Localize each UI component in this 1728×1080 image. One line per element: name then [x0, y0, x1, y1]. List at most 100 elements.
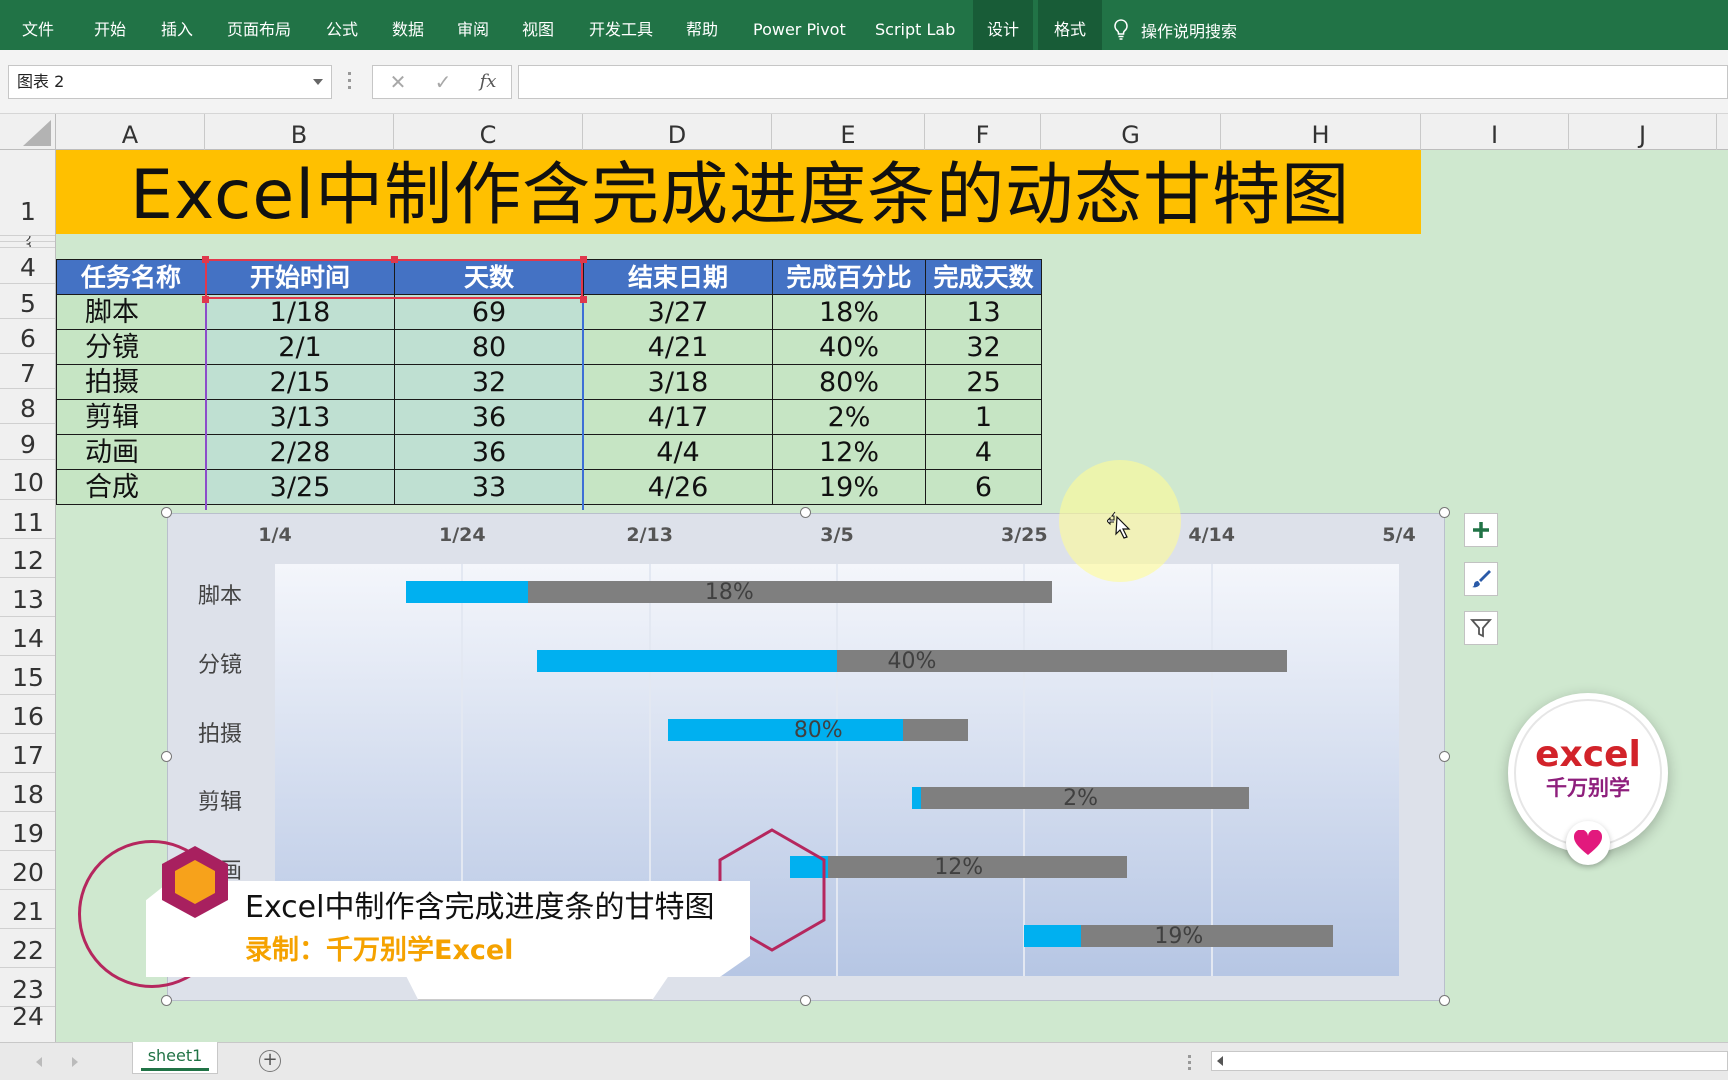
tab-file[interactable]: 文件	[16, 0, 60, 50]
row-header[interactable]: 8	[0, 389, 55, 424]
row-header[interactable]: 13	[0, 578, 55, 617]
row-header[interactable]: 10	[0, 460, 55, 500]
data-label[interactable]: 18%	[705, 582, 754, 604]
scroll-sheets-right-icon[interactable]	[72, 1057, 78, 1067]
row-header[interactable]: 5	[0, 284, 55, 319]
column-header-d[interactable]: D	[583, 114, 772, 150]
data-label[interactable]: 2%	[1063, 788, 1098, 810]
reference-handle[interactable]	[580, 256, 587, 263]
table-cell[interactable]: 32	[925, 329, 1042, 365]
column-header-a[interactable]: A	[56, 114, 205, 150]
scroll-left-icon[interactable]	[1217, 1056, 1223, 1066]
row-header[interactable]: 9	[0, 424, 55, 460]
tab-chart-format[interactable]: 格式	[1038, 0, 1103, 50]
table-cell[interactable]: 69	[394, 294, 584, 330]
resize-handle[interactable]	[800, 995, 811, 1006]
table-header[interactable]: 开始时间	[205, 259, 395, 295]
data-label[interactable]: 80%	[794, 719, 843, 742]
resize-handle[interactable]	[1439, 507, 1450, 518]
table-cell[interactable]: 4/21	[583, 329, 773, 365]
row-header[interactable]: 12	[0, 539, 55, 578]
table-cell[interactable]: 动画	[56, 434, 206, 470]
table-header[interactable]: 任务名称	[56, 259, 206, 295]
title-cell[interactable]: Excel中制作含完成进度条的动态甘特图	[56, 150, 1421, 235]
row-header[interactable]: 14	[0, 617, 55, 656]
table-cell[interactable]: 6	[925, 469, 1042, 505]
table-cell[interactable]: 80%	[772, 364, 926, 400]
table-cell[interactable]: 3/27	[583, 294, 773, 330]
table-cell[interactable]: 3/13	[205, 399, 395, 435]
table-cell[interactable]: 脚本	[56, 294, 206, 330]
resize-handle[interactable]	[800, 507, 811, 518]
row-header[interactable]: 4	[0, 248, 55, 284]
bar-completed[interactable]	[537, 650, 837, 672]
tab-view[interactable]: 视图	[516, 0, 560, 50]
table-cell[interactable]: 80	[394, 329, 584, 365]
table-header[interactable]: 天数	[394, 259, 584, 295]
table-cell[interactable]: 32	[394, 364, 584, 400]
table-cell[interactable]: 25	[925, 364, 1042, 400]
column-header-g[interactable]: G	[1041, 114, 1221, 150]
table-cell[interactable]: 3/25	[205, 469, 395, 505]
table-cell[interactable]: 13	[925, 294, 1042, 330]
tab-review[interactable]: 审阅	[451, 0, 495, 50]
tab-page-layout[interactable]: 页面布局	[221, 0, 297, 50]
table-cell[interactable]: 4/26	[583, 469, 773, 505]
row-header[interactable]: 18	[0, 773, 55, 812]
table-cell[interactable]: 2/15	[205, 364, 395, 400]
reference-handle[interactable]	[202, 296, 209, 303]
table-cell[interactable]: 40%	[772, 329, 926, 365]
column-header-j[interactable]: J	[1569, 114, 1717, 150]
row-header[interactable]: 16	[0, 695, 55, 734]
table-cell[interactable]: 2/28	[205, 434, 395, 470]
table-header[interactable]: 完成百分比	[772, 259, 926, 295]
table-cell[interactable]: 4/17	[583, 399, 773, 435]
resize-handle[interactable]	[161, 751, 172, 762]
column-header-h[interactable]: H	[1221, 114, 1421, 150]
table-cell[interactable]: 36	[394, 434, 584, 470]
table-header[interactable]: 完成天数	[925, 259, 1042, 295]
tab-script-lab[interactable]: Script Lab	[869, 0, 961, 50]
drag-handle-icon[interactable]	[348, 72, 351, 90]
table-cell[interactable]: 18%	[772, 294, 926, 330]
tab-power-pivot[interactable]: Power Pivot	[747, 0, 852, 50]
select-all-button[interactable]	[0, 114, 56, 150]
split-handle-icon[interactable]	[1188, 1055, 1191, 1070]
tab-insert[interactable]: 插入	[155, 0, 199, 50]
column-header-b[interactable]: B	[205, 114, 394, 150]
chart-styles-button[interactable]	[1464, 562, 1498, 596]
column-header-c[interactable]: C	[394, 114, 583, 150]
cancel-icon[interactable]: ✕	[383, 70, 413, 94]
insert-function-icon[interactable]: fx	[473, 70, 503, 94]
column-header-f[interactable]: F	[925, 114, 1041, 150]
chart-elements-button[interactable]	[1464, 513, 1498, 547]
resize-handle[interactable]	[161, 507, 172, 518]
sheet-tab-sheet1[interactable]: sheet1	[132, 1042, 218, 1074]
row-header[interactable]: 21	[0, 890, 55, 929]
bar-completed[interactable]	[668, 718, 903, 741]
tab-home[interactable]: 开始	[88, 0, 132, 50]
tab-chart-design[interactable]: 设计	[973, 0, 1034, 50]
row-header[interactable]: 7	[0, 354, 55, 389]
table-cell[interactable]: 33	[394, 469, 584, 505]
tab-data[interactable]: 数据	[386, 0, 430, 50]
resize-handle[interactable]	[1439, 751, 1450, 762]
chart-filters-button[interactable]	[1464, 611, 1498, 645]
column-header-e[interactable]: E	[772, 114, 925, 150]
reference-handle[interactable]	[391, 256, 398, 263]
tab-formulas[interactable]: 公式	[320, 0, 364, 50]
bar-completed[interactable]	[1024, 924, 1081, 947]
table-cell[interactable]: 36	[394, 399, 584, 435]
data-label[interactable]: 19%	[1154, 925, 1203, 948]
data-label[interactable]: 40%	[887, 651, 936, 673]
horizontal-scrollbar[interactable]	[1211, 1051, 1728, 1071]
table-cell[interactable]: 分镜	[56, 329, 206, 365]
scroll-sheets-left-icon[interactable]	[36, 1057, 42, 1067]
table-cell[interactable]: 12%	[772, 434, 926, 470]
table-cell[interactable]: 1/18	[205, 294, 395, 330]
formula-input[interactable]	[518, 65, 1728, 99]
column-header-i[interactable]: I	[1421, 114, 1569, 150]
table-cell[interactable]: 合成	[56, 469, 206, 505]
tell-me-search[interactable]: 操作说明搜索	[1113, 0, 1237, 50]
table-cell[interactable]: 4	[925, 434, 1042, 470]
